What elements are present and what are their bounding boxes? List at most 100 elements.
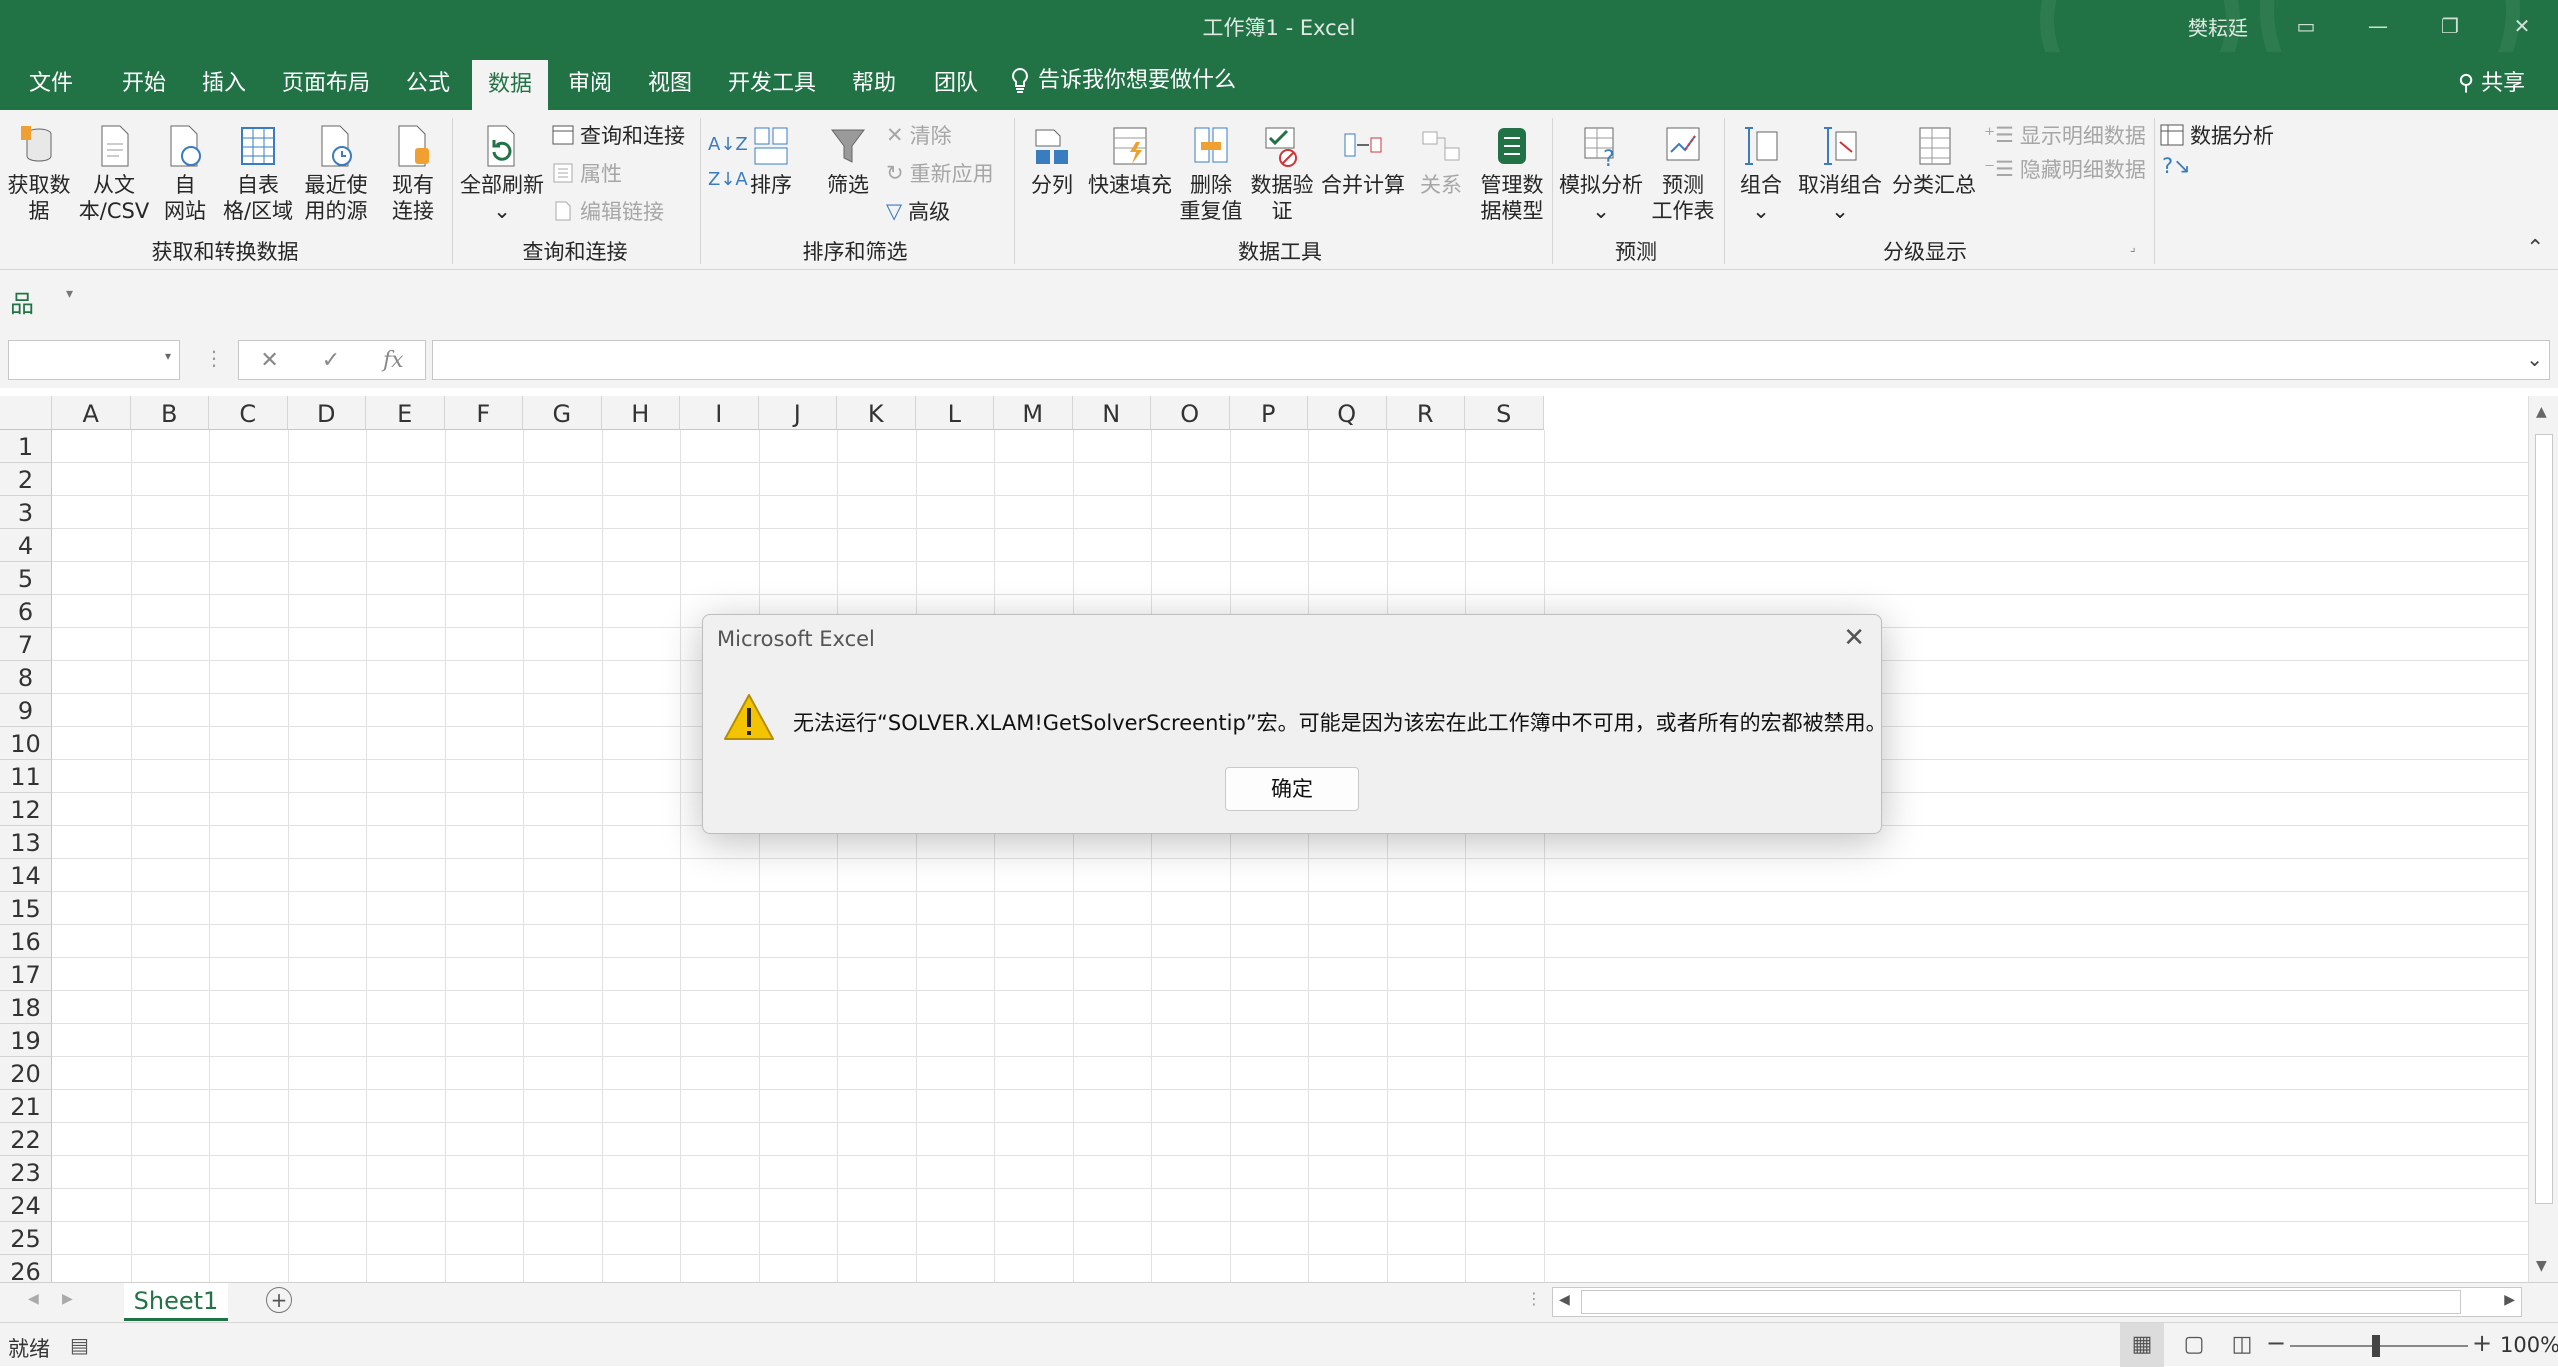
- horizontal-scroll-thumb[interactable]: [1581, 1290, 2461, 1314]
- remove-duplicates-button[interactable]: 删除 重复值: [1176, 124, 1246, 224]
- scroll-down-icon[interactable]: ▼: [2536, 1258, 2547, 1274]
- column-header[interactable]: K: [837, 396, 916, 430]
- filter-button[interactable]: 筛选: [818, 124, 878, 198]
- column-header[interactable]: B: [130, 396, 209, 430]
- row-header[interactable]: 20: [0, 1057, 52, 1090]
- tab-developer[interactable]: 开发工具: [718, 52, 826, 110]
- row-header[interactable]: 13: [0, 826, 52, 859]
- row-header[interactable]: 16: [0, 925, 52, 958]
- user-name[interactable]: 樊耘廷: [2188, 12, 2248, 41]
- advanced-filter-button[interactable]: ▽ 高级: [886, 196, 950, 226]
- column-header[interactable]: I: [680, 396, 759, 430]
- row-header[interactable]: 8: [0, 661, 52, 694]
- tab-splitter-icon[interactable]: ⋮: [1526, 1289, 1542, 1308]
- row-header[interactable]: 6: [0, 595, 52, 628]
- tab-help[interactable]: 帮助: [838, 52, 910, 110]
- page-break-view-icon[interactable]: ◫: [2222, 1323, 2262, 1367]
- insert-function-icon[interactable]: fx: [383, 348, 404, 373]
- column-header[interactable]: N: [1072, 396, 1151, 430]
- maximize-button[interactable]: ❐: [2414, 0, 2486, 52]
- next-sheet-icon[interactable]: ▶: [62, 1291, 73, 1307]
- tab-home[interactable]: 开始: [108, 52, 180, 110]
- data-analysis-button[interactable]: 数据分析: [2160, 120, 2274, 150]
- sort-button[interactable]: 排序: [742, 124, 800, 198]
- column-header[interactable]: C: [209, 396, 288, 430]
- collapse-ribbon-icon[interactable]: ⌃: [2526, 236, 2544, 261]
- subtotal-button[interactable]: 分类汇总: [1888, 124, 1980, 198]
- consolidate-button[interactable]: 合并计算: [1318, 124, 1408, 198]
- row-header[interactable]: 19: [0, 1024, 52, 1057]
- zoom-out-button[interactable]: −: [2266, 1329, 2286, 1357]
- column-header[interactable]: Q: [1308, 396, 1387, 430]
- scroll-left-icon[interactable]: ◀: [1559, 1292, 1570, 1308]
- column-header[interactable]: E: [366, 396, 445, 430]
- column-header[interactable]: S: [1465, 396, 1544, 430]
- macro-record-icon[interactable]: ▤: [70, 1333, 89, 1357]
- page-layout-view-icon[interactable]: ▢: [2174, 1323, 2214, 1367]
- row-header[interactable]: 9: [0, 694, 52, 727]
- ok-button[interactable]: 确定: [1225, 767, 1359, 811]
- org-chart-icon[interactable]: 品: [10, 284, 34, 319]
- row-header[interactable]: 26: [0, 1255, 52, 1282]
- row-header[interactable]: 21: [0, 1090, 52, 1123]
- column-header[interactable]: L: [915, 396, 994, 430]
- formula-input[interactable]: ⌄: [432, 340, 2550, 380]
- column-header[interactable]: J: [758, 396, 837, 430]
- column-header[interactable]: H: [601, 396, 680, 430]
- row-header[interactable]: 11: [0, 760, 52, 793]
- group-button[interactable]: 组合 ⌄: [1730, 124, 1792, 224]
- text-to-columns-button[interactable]: 分列: [1020, 124, 1084, 198]
- vertical-scroll-thumb[interactable]: [2535, 434, 2553, 1204]
- row-header[interactable]: 2: [0, 463, 52, 496]
- column-header[interactable]: R: [1386, 396, 1465, 430]
- sheet-tab-sheet1[interactable]: Sheet1: [124, 1283, 228, 1321]
- properties-button[interactable]: 属性: [552, 158, 622, 188]
- row-header[interactable]: 22: [0, 1123, 52, 1156]
- edit-links-button[interactable]: 编辑链接: [552, 196, 664, 226]
- hide-detail-button[interactable]: ⁻☰ 隐藏明细数据: [1984, 154, 2146, 184]
- row-header[interactable]: 12: [0, 793, 52, 826]
- ribbon-display-icon[interactable]: ▭: [2270, 0, 2342, 52]
- ungroup-button[interactable]: 取消组合 ⌄: [1794, 124, 1886, 224]
- show-detail-button[interactable]: ⁺☰ 显示明细数据: [1984, 120, 2146, 150]
- tab-data[interactable]: 数据: [472, 60, 548, 110]
- solver-icon[interactable]: ?↘: [2162, 154, 2191, 178]
- column-header[interactable]: D: [287, 396, 366, 430]
- tell-me-box[interactable]: 告诉我你想要做什么: [1010, 52, 1236, 110]
- tab-view[interactable]: 视图: [634, 52, 706, 110]
- recent-sources-button[interactable]: 最近使 用的源: [298, 124, 374, 224]
- forecast-sheet-button[interactable]: 预测 工作表: [1646, 124, 1720, 224]
- prev-sheet-icon[interactable]: ◀: [28, 1291, 39, 1307]
- row-header[interactable]: 24: [0, 1189, 52, 1222]
- tab-review[interactable]: 审阅: [554, 52, 626, 110]
- row-header[interactable]: 14: [0, 859, 52, 892]
- add-sheet-icon[interactable]: +: [266, 1287, 292, 1313]
- from-csv-button[interactable]: 从文 本/CSV: [76, 124, 152, 224]
- relationships-button[interactable]: 关系: [1410, 124, 1472, 198]
- enter-formula-icon[interactable]: ✓: [322, 348, 340, 373]
- data-model-button[interactable]: 管理数 据模型: [1474, 124, 1550, 224]
- get-data-button[interactable]: 获取数 据: [4, 124, 74, 224]
- refresh-all-button[interactable]: 全部刷新 ⌄: [456, 124, 548, 224]
- tab-team[interactable]: 团队: [920, 52, 992, 110]
- row-header[interactable]: 18: [0, 991, 52, 1024]
- expand-formula-icon[interactable]: ⌄: [2526, 347, 2543, 371]
- existing-connections-button[interactable]: 现有 连接: [378, 124, 448, 224]
- column-header[interactable]: P: [1229, 396, 1308, 430]
- row-header[interactable]: 7: [0, 628, 52, 661]
- queries-connections-button[interactable]: 查询和连接: [552, 120, 685, 150]
- flash-fill-button[interactable]: 快速填充: [1084, 124, 1176, 198]
- row-header[interactable]: 10: [0, 727, 52, 760]
- row-header[interactable]: 17: [0, 958, 52, 991]
- tab-formulas[interactable]: 公式: [392, 52, 464, 110]
- column-header[interactable]: A: [52, 396, 131, 430]
- column-header[interactable]: G: [523, 396, 602, 430]
- row-header[interactable]: 4: [0, 529, 52, 562]
- dialog-close-icon[interactable]: ✕: [1843, 623, 1865, 653]
- row-header[interactable]: 5: [0, 562, 52, 595]
- reapply-button[interactable]: ↻ 重新应用: [886, 158, 994, 188]
- column-header[interactable]: M: [994, 396, 1073, 430]
- close-button[interactable]: ✕: [2486, 0, 2558, 52]
- from-table-button[interactable]: 自表 格/区域: [220, 124, 296, 224]
- row-header[interactable]: 3: [0, 496, 52, 529]
